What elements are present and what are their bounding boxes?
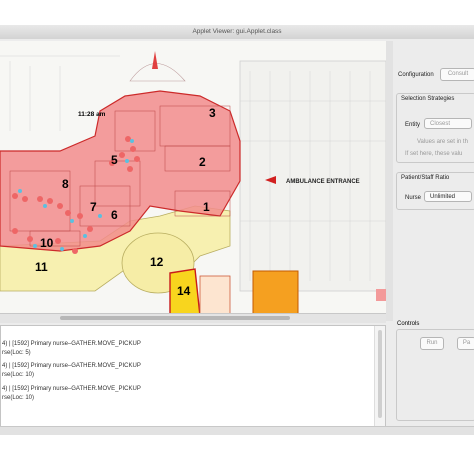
zone-label[interactable]: 6 (111, 208, 118, 222)
entity-label: Entity (405, 122, 421, 128)
log-scrollbar[interactable] (374, 326, 385, 426)
controls-title: Controls (397, 321, 420, 327)
selection-strategies-title: Selection Strategies (401, 96, 455, 102)
ambulance-entrance-label: AMBULANCE ENTRANCE (286, 179, 360, 185)
zone-label[interactable]: 2 (199, 155, 206, 169)
zone-label[interactable]: 7 (90, 200, 97, 214)
time-label: 11:28 am (78, 111, 106, 118)
scroll-thumb[interactable] (60, 316, 290, 320)
log-line: 4) | [1592] Primary nurse–GATHER.MOVE_PI… (2, 363, 141, 369)
log-line: rse(Loc: 10) (2, 372, 35, 378)
zone-label[interactable]: 11 (35, 260, 48, 274)
controls-panel: Controls Run Pa (393, 321, 474, 426)
configuration-label: Configuration (398, 72, 434, 78)
zone-label[interactable]: 8 (62, 177, 69, 191)
patient-staff-ratio-title: Patient/Staff Ratio (401, 175, 450, 181)
event-log[interactable]: 4) | [1592] Primary nurse–GATHER.MOVE_PI… (0, 325, 386, 428)
log-line: 4) | [1592] Primary nurse–GATHER.MOVE_PI… (2, 386, 141, 392)
settings-panel: Configuration Consult Selection Strategi… (393, 41, 474, 321)
map-horizontal-scrollbar[interactable] (0, 313, 386, 323)
nurse-ratio-select[interactable]: Unlimited (424, 191, 472, 202)
entity-select[interactable]: Closest (424, 118, 472, 129)
zone-label[interactable]: 12 (150, 255, 164, 269)
floor-plan-canvas: 11:28 am AMBULANCE ENTRANCE 1 2 3 5 6 7 … (0, 51, 386, 313)
log-line: rse(Loc: 10) (2, 395, 35, 401)
zone-label[interactable]: 3 (209, 106, 216, 120)
window-bottom-bar (0, 426, 474, 435)
scroll-thumb[interactable] (378, 330, 382, 418)
zone-label[interactable]: 1 (203, 200, 210, 214)
log-line: 4) | [1592] Primary nurse–GATHER.MOVE_PI… (2, 341, 141, 347)
hint-text: If set here, these valu (405, 151, 463, 157)
nurse-label: Nurse (405, 195, 422, 201)
map-vertical-scrollbar[interactable] (386, 41, 393, 321)
hospital-floor-map[interactable]: 11:28 am AMBULANCE ENTRANCE 1 2 3 5 6 7 … (0, 41, 387, 313)
zone-label[interactable]: 10 (40, 236, 54, 250)
hint-text: Values are set in th (417, 139, 468, 145)
window-titlebar: Applet Viewer: gui.Applet.class (0, 25, 474, 40)
configuration-button[interactable]: Consult (440, 68, 474, 81)
run-button[interactable]: Run (420, 337, 444, 350)
log-line: rse(Loc: 5) (2, 350, 31, 356)
zone-label[interactable]: 5 (111, 153, 118, 167)
window-title: Applet Viewer: gui.Applet.class (192, 28, 282, 35)
zone-label[interactable]: 14 (177, 284, 191, 298)
pause-button[interactable]: Pa (457, 337, 474, 350)
